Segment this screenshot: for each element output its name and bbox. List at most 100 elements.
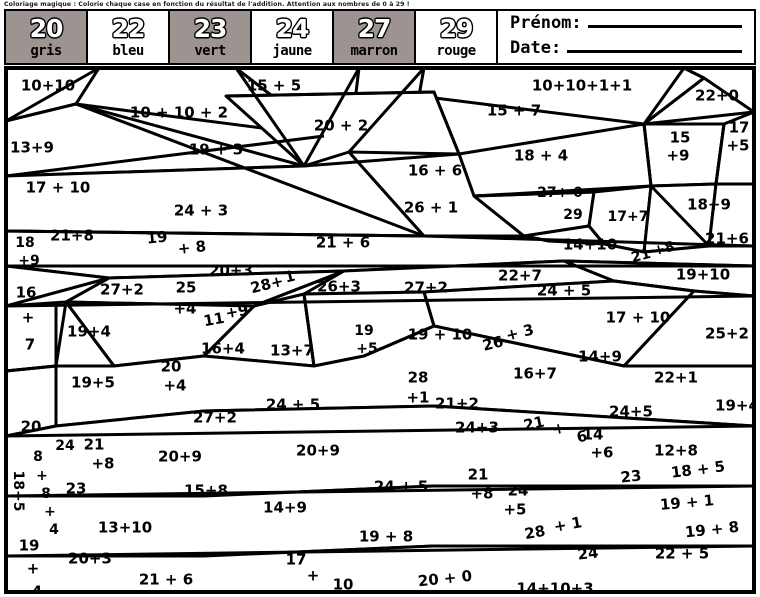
puzzle-cell-label: +	[307, 567, 320, 585]
puzzle-cell-label: 23	[620, 466, 643, 486]
puzzle-cell-label: 14+9	[578, 348, 622, 366]
puzzle-cell-label: 19+4	[67, 323, 111, 341]
puzzle-cell-label: 20+9	[158, 448, 202, 466]
puzzle-cell-label: 10+10+1+1	[532, 77, 632, 95]
puzzle-cell-label: 24+3	[455, 419, 499, 437]
puzzle-cell-label: 20	[161, 358, 182, 376]
puzzle-cell-label: 24	[577, 543, 600, 563]
legend-color-jaune: jaune	[272, 43, 312, 59]
puzzle-cell-label: 22+7	[498, 267, 542, 285]
puzzle-cell-label: 27+2	[193, 409, 237, 427]
puzzle-cell-label: +9	[18, 253, 39, 269]
puzzle-cell-label: 7	[25, 336, 35, 354]
date-input-line[interactable]	[567, 37, 742, 53]
instruction-line: Coloriage magique : Colorie chaque case …	[4, 1, 410, 8]
puzzle-cell-label: 21	[468, 466, 489, 484]
puzzle-cell-label: 21	[84, 436, 105, 454]
prenom-label: Prénom:	[510, 13, 582, 33]
puzzle-cell-label: 12+8	[654, 442, 698, 460]
legend-number-24: 24	[275, 14, 310, 43]
puzzle-cell-label: 22+1	[654, 369, 698, 387]
puzzle-cell-label: 13+9	[10, 139, 54, 157]
puzzle-cell-label: 18 + 4	[514, 147, 568, 165]
puzzle-cell-label: 19+10	[676, 266, 730, 284]
puzzle-cell-label: 14+9	[263, 499, 307, 517]
legend-entry-bleu: 22 bleu	[88, 11, 170, 63]
puzzle-cell-label: +4	[173, 300, 196, 318]
puzzle-regions	[4, 66, 756, 594]
puzzle-cell-label: 27+2	[100, 281, 144, 299]
puzzle-cell-label: 19+5	[71, 374, 115, 392]
puzzle-cell-label: 27+ 0	[537, 185, 583, 201]
puzzle-cell-label: 19+4	[715, 397, 756, 415]
puzzle-cell-label: 11	[202, 309, 226, 330]
puzzle-cell-label: 19 + 8	[359, 528, 413, 546]
puzzle-cell-label: 10 + 10 + 2	[130, 104, 228, 122]
puzzle-cell-label: +5	[503, 501, 526, 519]
puzzle-cell-label: 24	[508, 482, 529, 500]
puzzle-cell-label: 23	[66, 480, 87, 498]
puzzle-cell-label: 16 + 6	[408, 162, 462, 180]
puzzle-cell-label: 15	[670, 129, 691, 147]
legend-number-20: 20	[29, 14, 64, 43]
legend-number-27: 27	[357, 14, 392, 43]
legend-color-marron: marron	[350, 43, 399, 59]
puzzle-cell-label: 17+7	[608, 209, 649, 225]
puzzle-cell-label: 28	[408, 369, 429, 387]
puzzle-cell-label: + 8	[177, 237, 207, 258]
puzzle-cell-label: 21+8	[50, 227, 94, 245]
puzzle-cell-label: 17	[286, 551, 307, 569]
legend-color-rouge: rouge	[436, 43, 476, 59]
legend-number-23: 23	[193, 14, 228, 43]
puzzle-cell-label: 17	[729, 119, 750, 137]
puzzle-cell-label: 19	[354, 323, 373, 339]
puzzle-cell-label: 20 + 2	[314, 117, 368, 135]
puzzle-cell-label: 19	[19, 537, 40, 555]
puzzle-cell-label: 8	[41, 486, 51, 502]
puzzle-cell-label: 16+7	[513, 365, 557, 383]
puzzle-cell-label: 16+4	[201, 340, 245, 358]
puzzle-cell-label: 21 + 6	[316, 234, 370, 252]
puzzle-cell-label: 20+3	[209, 262, 253, 280]
legend-entry-marron: 27 marron	[334, 11, 416, 63]
prenom-row: Prénom:	[510, 12, 754, 37]
legend-color-bleu: bleu	[112, 43, 144, 59]
puzzle-cell-label: 25+2	[705, 325, 749, 343]
legend-number-22: 22	[111, 14, 146, 43]
puzzle-cell-label: 20+9	[296, 442, 340, 460]
puzzle-cell-label: 24 + 5	[266, 396, 320, 414]
puzzle-cell-label: +8	[91, 455, 114, 473]
legend-color-vert: vert	[194, 43, 226, 59]
puzzle-cell-label: 8	[33, 449, 43, 465]
puzzle-cell-label: 19 + 10	[408, 326, 473, 344]
puzzle-cell-label: 26 + 1	[404, 199, 458, 217]
worksheet-page: Coloriage magique : Colorie chaque case …	[0, 0, 760, 597]
puzzle-cell-label: +	[22, 309, 35, 327]
date-row: Date:	[510, 37, 754, 62]
prenom-input-line[interactable]	[587, 12, 742, 28]
puzzle-cell-label: +9	[666, 147, 689, 165]
color-legend: 20 gris 22 bleu 23 vert 24 jaune 27 marr…	[4, 9, 756, 65]
puzzle-cell-label: 18+9	[687, 196, 731, 214]
puzzle-cell-label: 24	[55, 438, 75, 454]
puzzle-cell-label: 13+7	[270, 342, 314, 360]
puzzle-cell-label: 18+5	[10, 471, 26, 512]
puzzle-cell-label: 18	[15, 235, 34, 251]
puzzle-cell-label: 21+2	[435, 395, 479, 413]
puzzle-cell-label: 17 + 10	[606, 309, 671, 327]
puzzle-cell-label: +5	[726, 137, 749, 155]
legend-entry-gris: 20 gris	[6, 11, 88, 63]
puzzle-cell-label: +8	[470, 485, 493, 503]
puzzle-cell-label: +1	[406, 389, 429, 407]
puzzle-cell-label: 25	[176, 279, 197, 297]
puzzle-cell-label: 21 + 6	[139, 571, 193, 589]
puzzle-cell-label: 4	[49, 522, 59, 538]
puzzle-cell-label: 29	[563, 207, 582, 223]
puzzle-cell-label: 15 + 5	[247, 77, 301, 95]
puzzle-cell-label: +	[44, 504, 56, 520]
student-info-box: Prénom: Date:	[498, 11, 754, 63]
puzzle-cell-label: +6	[590, 444, 613, 462]
puzzle-cell-label: 27+2	[404, 279, 448, 297]
legend-entry-vert: 23 vert	[170, 11, 252, 63]
legend-entry-jaune: 24 jaune	[252, 11, 334, 63]
